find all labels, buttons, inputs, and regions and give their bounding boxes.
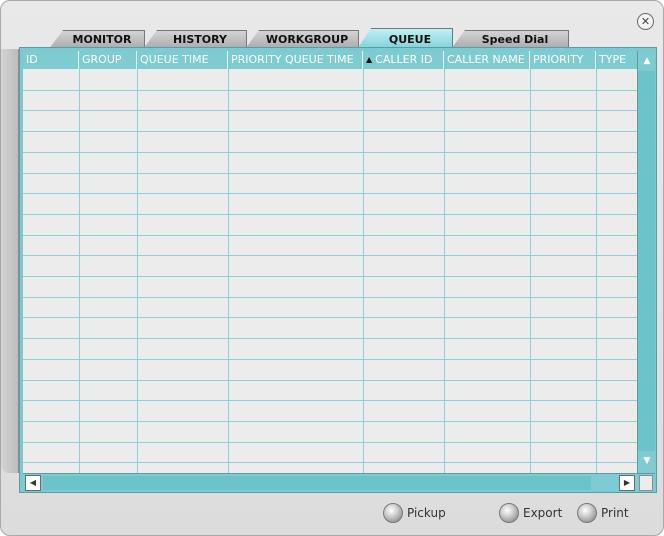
column-header-priority-queue-time[interactable]: PRIORITY QUEUE TIME	[228, 51, 363, 69]
table-row	[23, 297, 637, 298]
queue-table[interactable]: ID GROUP QUEUE TIME PRIORITY QUEUE TIME …	[23, 51, 637, 473]
table-row	[23, 338, 637, 339]
column-header-queue-time[interactable]: QUEUE TIME	[137, 51, 228, 69]
export-button[interactable]: Export	[499, 503, 562, 523]
column-divider	[137, 69, 138, 473]
column-divider	[228, 69, 229, 473]
column-header-caller-name[interactable]: CALLER NAME	[444, 51, 530, 69]
column-divider	[596, 69, 597, 473]
column-header-caller-id[interactable]: ▲ CALLER ID	[363, 51, 444, 69]
queue-window: ✕ MONITOR HISTORY WORKGROUP QUEUE Speed …	[0, 0, 664, 536]
horizontal-scrollbar[interactable]: ◀ ▶	[23, 473, 655, 491]
table-header: ID GROUP QUEUE TIME PRIORITY QUEUE TIME …	[23, 51, 637, 69]
table-row	[23, 359, 637, 360]
column-header-priority[interactable]: PRIORITY	[530, 51, 596, 69]
table-row	[23, 193, 637, 194]
column-divider	[444, 69, 445, 473]
table-row	[23, 110, 637, 111]
column-divider	[79, 69, 80, 473]
table-row	[23, 255, 637, 256]
column-header-id[interactable]: ID	[23, 51, 79, 69]
table-row	[23, 173, 637, 174]
print-radio-icon	[577, 503, 597, 523]
scroll-right-icon[interactable]: ▶	[619, 475, 635, 491]
pickup-label: Pickup	[407, 506, 446, 520]
tab-queue[interactable]: QUEUE	[357, 28, 453, 49]
column-divider	[363, 69, 364, 473]
sort-ascending-icon: ▲	[366, 55, 373, 64]
scroll-up-icon[interactable]: ▲	[639, 53, 655, 69]
table-row	[23, 276, 637, 277]
vertical-scrollbar[interactable]: ▲ ▼	[637, 51, 655, 473]
table-row	[23, 442, 637, 443]
table-row	[23, 400, 637, 401]
scroll-down-icon[interactable]: ▼	[639, 453, 655, 469]
vertical-scroll-track[interactable]	[638, 71, 655, 451]
table-row	[23, 90, 637, 91]
horizontal-scroll-thumb[interactable]	[43, 476, 591, 490]
print-button[interactable]: Print	[577, 503, 629, 523]
scroll-corner	[639, 475, 653, 491]
table-row	[23, 462, 637, 463]
table-row	[23, 317, 637, 318]
table-row	[23, 235, 637, 236]
export-label: Export	[523, 506, 563, 520]
scroll-left-icon[interactable]: ◀	[25, 475, 41, 491]
export-radio-icon	[499, 503, 519, 523]
print-label: Print	[601, 506, 629, 520]
table-row	[23, 131, 637, 132]
column-divider	[530, 69, 531, 473]
table-row	[23, 152, 637, 153]
table-row	[23, 214, 637, 215]
close-icon[interactable]: ✕	[637, 13, 654, 30]
table-row	[23, 421, 637, 422]
table-row	[23, 380, 637, 381]
column-header-group[interactable]: GROUP	[79, 51, 137, 69]
left-rail	[1, 49, 19, 473]
tab-bar: MONITOR HISTORY WORKGROUP QUEUE Speed Di…	[19, 28, 579, 49]
pickup-radio-icon	[383, 503, 403, 523]
column-header-type[interactable]: TYPE	[596, 51, 637, 69]
pickup-button[interactable]: Pickup	[383, 503, 446, 523]
